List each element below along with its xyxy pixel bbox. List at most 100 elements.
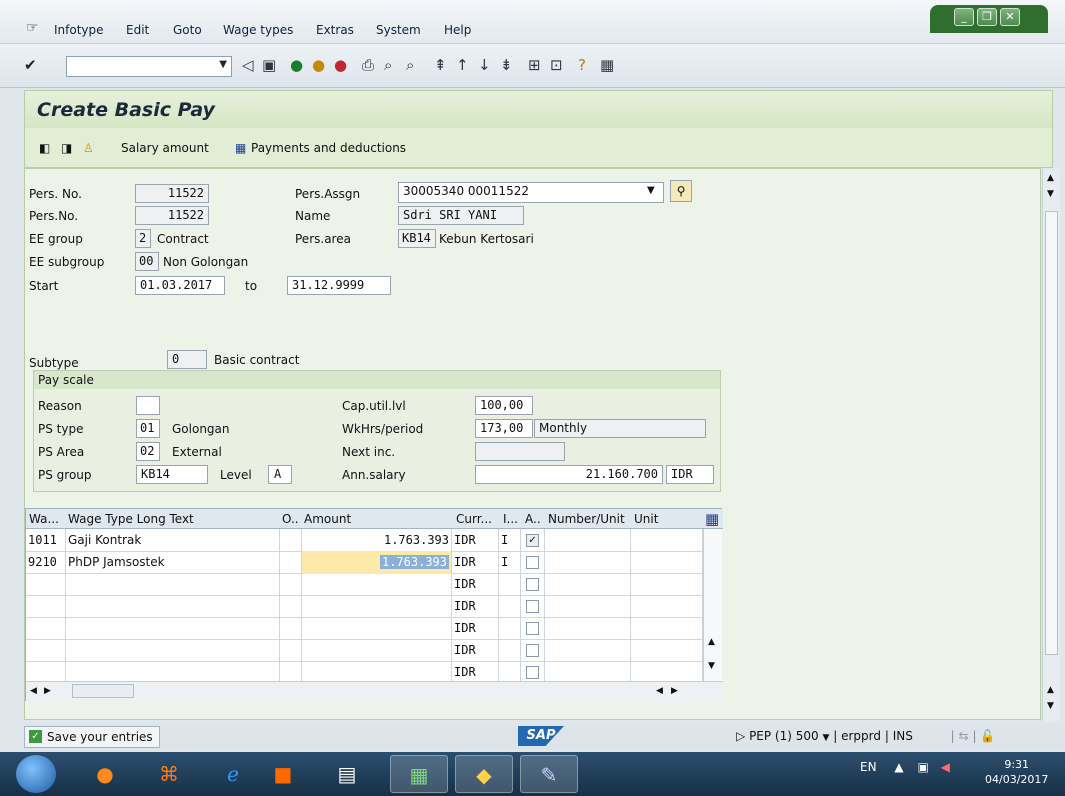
- new-session-icon[interactable]: ⊞: [528, 57, 541, 73]
- cell-nu[interactable]: [545, 551, 631, 574]
- next-page-icon[interactable]: ↓: [478, 57, 491, 73]
- selected-amount[interactable]: 1.763.393: [379, 555, 449, 569]
- scroll-left-icon[interactable]: ◀: [656, 686, 663, 696]
- ps-area-field[interactable]: 02: [136, 442, 160, 461]
- tray-expand-icon[interactable]: ▲: [894, 760, 903, 774]
- cancel-icon[interactable]: ●: [334, 57, 347, 73]
- find-next-icon[interactable]: ⌕: [406, 57, 414, 73]
- network-icon[interactable]: ▣: [917, 760, 928, 774]
- paint-icon[interactable]: ✎: [520, 755, 578, 793]
- cell-unit[interactable]: [631, 551, 703, 574]
- cell-curr[interactable]: IDR: [452, 617, 499, 640]
- scroll-left-icon[interactable]: ◀: [30, 686, 37, 696]
- cell-unit[interactable]: [631, 617, 703, 640]
- assign-checkbox[interactable]: [526, 600, 539, 613]
- menu-system[interactable]: System: [376, 23, 421, 37]
- media-icon[interactable]: ■: [254, 755, 312, 793]
- language-indicator[interactable]: EN: [860, 760, 877, 774]
- cell-wt[interactable]: [26, 617, 66, 640]
- chevron-down-icon[interactable]: ▼: [219, 59, 227, 70]
- assign-checkbox[interactable]: ✓: [526, 534, 539, 547]
- system-name[interactable]: PEP (1) 500: [749, 729, 819, 743]
- menu-infotype[interactable]: Infotype: [54, 23, 104, 37]
- table-icon[interactable]: ▦: [235, 141, 246, 155]
- ann-currency-field[interactable]: IDR: [666, 465, 714, 484]
- cell-wt[interactable]: [26, 573, 66, 596]
- volume-icon[interactable]: ◀: [941, 760, 950, 774]
- payments-deductions-button[interactable]: Payments and deductions: [251, 141, 406, 155]
- excel-icon[interactable]: ▦: [390, 755, 448, 793]
- col-wage-type[interactable]: Wa...: [29, 512, 59, 526]
- cell-curr[interactable]: IDR: [452, 529, 499, 552]
- assign-checkbox[interactable]: [526, 556, 539, 569]
- cell-curr[interactable]: IDR: [452, 573, 499, 596]
- person-icon[interactable]: ♙: [83, 141, 94, 155]
- scroll-down-icon[interactable]: ▼: [1047, 189, 1054, 199]
- chevron-down-icon[interactable]: ▼: [647, 185, 655, 196]
- scroll-right-icon[interactable]: ▶: [44, 686, 51, 696]
- cell-amount[interactable]: [302, 617, 452, 640]
- ps-type-field[interactable]: 01: [136, 419, 160, 438]
- cell-amount[interactable]: [302, 595, 452, 618]
- exit-icon[interactable]: ●: [312, 57, 325, 73]
- col-number-unit[interactable]: Number/Unit: [548, 512, 625, 526]
- prev-page-icon[interactable]: ↑: [456, 57, 469, 73]
- level-field[interactable]: A: [268, 465, 292, 484]
- col-currency[interactable]: Curr...: [456, 512, 492, 526]
- status-message[interactable]: ✓ Save your entries: [24, 726, 160, 748]
- menu-help[interactable]: Help: [444, 23, 471, 37]
- previous-record-icon[interactable]: ◧: [39, 141, 50, 155]
- cell-amount[interactable]: [302, 639, 452, 662]
- assign-checkbox[interactable]: [526, 622, 539, 635]
- wkhrs-field[interactable]: 173,00: [475, 419, 533, 438]
- cell-unit[interactable]: [631, 529, 703, 552]
- col-long-text[interactable]: Wage Type Long Text: [68, 512, 194, 526]
- cell-wt[interactable]: 1011: [26, 529, 66, 552]
- enter-icon[interactable]: ✔: [24, 57, 37, 73]
- cell-curr[interactable]: IDR: [452, 639, 499, 662]
- scroll-thumb[interactable]: [72, 684, 134, 698]
- menu-wage-types[interactable]: Wage types: [223, 23, 293, 37]
- cell-curr[interactable]: IDR: [452, 595, 499, 618]
- firefox-icon[interactable]: ●: [76, 755, 134, 793]
- scroll-up-icon[interactable]: ▲: [708, 637, 715, 647]
- ps-group-field[interactable]: KB14: [136, 465, 208, 484]
- ann-salary-field[interactable]: 21.160.700: [475, 465, 663, 484]
- pers-assgn-dropdown[interactable]: 30005340 00011522: [398, 182, 664, 203]
- cell-wt[interactable]: [26, 639, 66, 662]
- command-field[interactable]: ▼: [66, 56, 232, 77]
- close-button[interactable]: ✕: [1000, 8, 1020, 26]
- cell-nu[interactable]: [545, 595, 631, 618]
- reason-field[interactable]: [136, 396, 160, 415]
- first-page-icon[interactable]: ⇞: [434, 57, 447, 73]
- shortcut-icon[interactable]: ⊡: [550, 57, 563, 73]
- cell-wt[interactable]: 9210: [26, 551, 66, 574]
- cap-util-field[interactable]: 100,00: [475, 396, 533, 415]
- find-icon[interactable]: ⌕: [384, 57, 392, 73]
- scroll-up-icon[interactable]: ▲: [1047, 685, 1054, 695]
- cell-amount[interactable]: 1.763.393: [302, 551, 452, 574]
- save-icon[interactable]: ▣: [262, 57, 276, 73]
- col-unit[interactable]: Unit: [634, 512, 658, 526]
- menu-icon[interactable]: ☞: [26, 20, 39, 36]
- scroll-down-icon[interactable]: ▼: [708, 661, 715, 671]
- assign-checkbox[interactable]: [526, 666, 539, 679]
- print-icon[interactable]: ⎙: [362, 57, 374, 73]
- scroll-thumb[interactable]: [1045, 211, 1058, 655]
- cell-nu[interactable]: [545, 573, 631, 596]
- menu-edit[interactable]: Edit: [126, 23, 149, 37]
- lock-icon[interactable]: 🔓: [980, 729, 995, 743]
- xampp-icon[interactable]: ⌘: [140, 755, 198, 793]
- clock[interactable]: 9:31 04/03/2017: [985, 757, 1048, 787]
- cell-curr[interactable]: IDR: [452, 551, 499, 574]
- help-icon[interactable]: ?: [578, 57, 586, 73]
- table-vscroll[interactable]: ▲ ▼: [703, 529, 722, 681]
- col-assign[interactable]: A..: [525, 512, 541, 526]
- salary-amount-button[interactable]: Salary amount: [121, 141, 209, 155]
- chevron-down-icon[interactable]: ▼: [822, 733, 829, 743]
- cell-wt[interactable]: [26, 595, 66, 618]
- cell-nu[interactable]: [545, 639, 631, 662]
- table-settings-icon[interactable]: ▦: [705, 510, 719, 528]
- back-arrow-icon[interactable]: ◁: [242, 57, 254, 73]
- start-date-field[interactable]: 01.03.2017: [135, 276, 225, 295]
